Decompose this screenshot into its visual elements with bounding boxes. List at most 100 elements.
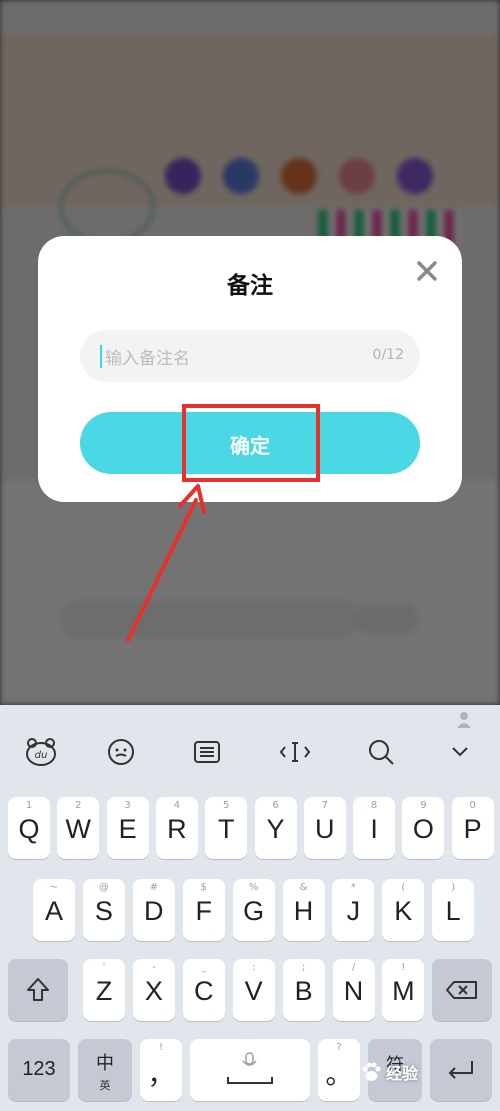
key-label: K [394, 896, 413, 926]
cursor-icon[interactable] [278, 737, 312, 767]
key-sublabel: 英 [99, 1079, 111, 1092]
key-label: ， [147, 1060, 175, 1090]
key-hint: 4 [173, 800, 181, 811]
comma-key[interactable]: !， [140, 1039, 182, 1101]
key-label: 123 [22, 1058, 56, 1080]
key-p[interactable]: 0P [451, 797, 494, 859]
key-hint: ! [401, 962, 406, 973]
key-x[interactable]: -X [132, 959, 175, 1021]
key-s[interactable]: @ S [82, 879, 125, 941]
shift-key[interactable] [8, 959, 68, 1021]
key-hint: 1 [25, 800, 33, 811]
key-hint: ~ [49, 882, 59, 893]
key-d[interactable]: # D [132, 879, 175, 941]
key-label: I [370, 814, 378, 844]
du-logo-icon[interactable]: du [24, 737, 58, 767]
key-a[interactable]: ~ A [33, 879, 75, 941]
key-label: Z [95, 976, 113, 1006]
key-label: B [294, 976, 313, 1006]
key-label: T [217, 814, 235, 844]
key-t[interactable]: 5T [205, 797, 248, 859]
key-r[interactable]: 4R [155, 797, 198, 859]
key-hint: : [252, 962, 256, 973]
key-b[interactable]: ; B [282, 959, 325, 1021]
emoji-icon[interactable] [104, 737, 138, 767]
key-q[interactable]: 1Q [8, 797, 50, 859]
key-label: O [412, 814, 434, 844]
key-label: C [194, 976, 214, 1006]
key-g[interactable]: % G [232, 879, 275, 941]
close-button[interactable] [412, 256, 442, 286]
keyboard-layout-icon[interactable] [190, 737, 224, 767]
chevron-down-icon [452, 747, 468, 757]
period-key[interactable]: ?。 [318, 1039, 360, 1101]
key-u[interactable]: 7U [303, 797, 346, 859]
key-e[interactable]: 3E [106, 797, 149, 859]
close-icon [417, 261, 437, 281]
key-m[interactable]: ! M [382, 959, 425, 1021]
key-hint: $ [200, 882, 207, 893]
key-hint: 7 [321, 800, 328, 811]
space-bar-icon [227, 1052, 273, 1084]
collapse-icon[interactable] [443, 737, 477, 767]
key-hint: & [299, 882, 308, 893]
language-switch-key[interactable]: 中英 [78, 1039, 132, 1101]
key-label: A [44, 896, 63, 926]
key-i[interactable]: 8I [353, 797, 396, 859]
input-placeholder: 输入备注名 [105, 349, 190, 369]
key-hint: 0 [469, 800, 476, 811]
key-hint: 6 [272, 800, 279, 811]
key-hint: ( [401, 882, 406, 893]
key-w[interactable]: 2W [57, 797, 100, 859]
key-l[interactable]: ) L [432, 879, 475, 941]
key-y[interactable]: 6Y [254, 797, 297, 859]
key-v[interactable]: :V [232, 959, 275, 1021]
key-label: Y [266, 814, 285, 844]
svg-text:du: du [35, 750, 48, 761]
key-n[interactable]: / N [332, 959, 375, 1021]
key-label: J [346, 896, 361, 926]
annotation-highlight-box [182, 404, 320, 482]
key-hint: * [350, 882, 356, 893]
key-label: S [94, 896, 113, 926]
keyboard-glyph [194, 741, 220, 763]
space-key[interactable] [190, 1039, 310, 1101]
key-hint: ? [336, 1042, 342, 1053]
key-f[interactable]: $ F [182, 879, 225, 941]
cursor-glyph [279, 742, 311, 762]
key-o[interactable]: 9O [402, 797, 445, 859]
key-z[interactable]: ' Z [83, 959, 125, 1021]
search-icon[interactable] [364, 737, 398, 767]
key-label: Q [18, 814, 40, 844]
backspace-key[interactable] [432, 959, 492, 1021]
key-label: U [315, 814, 335, 844]
key-hint: 9 [420, 800, 427, 811]
key-hint: ' [102, 962, 106, 973]
enter-key[interactable] [430, 1039, 492, 1101]
numbers-key[interactable]: 123 [8, 1039, 70, 1101]
key-label: D [144, 896, 164, 926]
key-hint: / [351, 962, 356, 973]
key-hint: 8 [370, 800, 378, 811]
key-label: G [243, 896, 265, 926]
key-label: H [293, 896, 314, 926]
key-c[interactable]: _ C [182, 959, 225, 1021]
key-label: F [195, 896, 212, 926]
key-label: P [463, 814, 482, 844]
key-hint: @ [98, 882, 109, 893]
key-k[interactable]: (K [382, 879, 425, 941]
key-hint: 5 [223, 800, 230, 811]
key-label: 中 [96, 1053, 114, 1073]
soft-keyboard: du 1 Q 2 W 3 E 4 R 5 T 6 Y 7 U 8 I 9 O 0… [0, 705, 500, 1111]
key-hint: ; [301, 962, 306, 973]
key-h[interactable]: & H [282, 879, 325, 941]
key-hint: ) [451, 882, 456, 893]
remark-name-input[interactable]: 输入备注名 0/12 [80, 330, 420, 382]
dialog-title: 备注 [227, 273, 273, 299]
key-j[interactable]: * J [332, 879, 375, 941]
key-label: E [118, 814, 137, 844]
key-hint: % [248, 882, 259, 893]
key-label: M [392, 976, 415, 1006]
watermark-text: 经验 [386, 1064, 419, 1083]
watermark: 经验 [360, 1060, 418, 1084]
